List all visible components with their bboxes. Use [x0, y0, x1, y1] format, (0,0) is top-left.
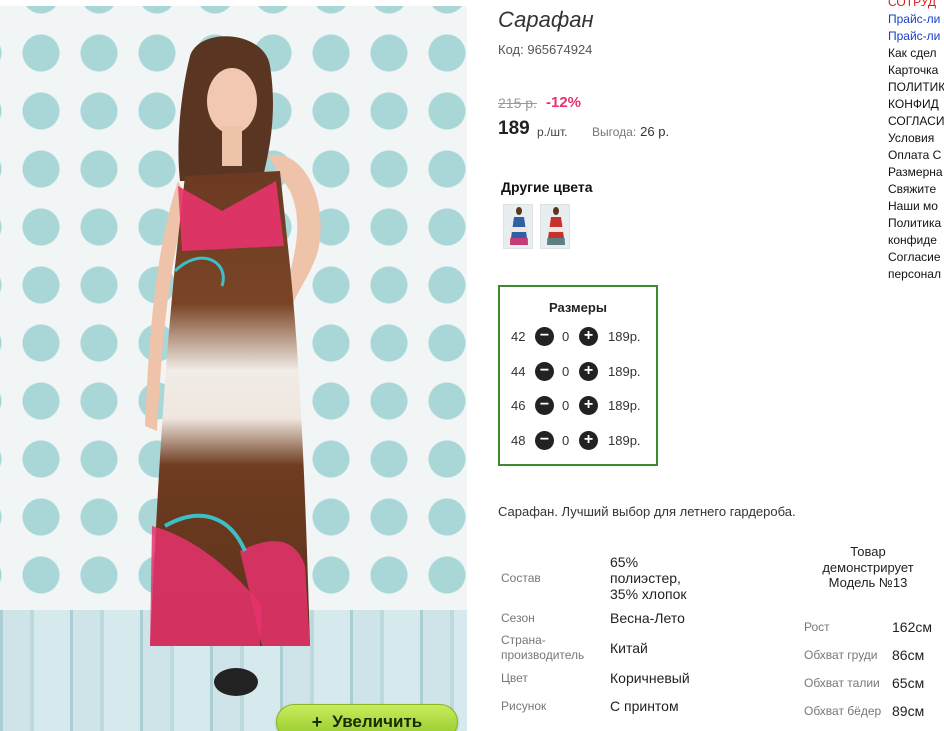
info-link[interactable]: Согласие — [888, 249, 944, 266]
spec-value-country: Китай — [610, 640, 648, 656]
size-row: 44 − 0 + 189р. — [500, 361, 656, 383]
model-heading-line: Товар — [850, 544, 886, 559]
size-quantity: 0 — [562, 433, 570, 448]
model-value-height: 162см — [892, 619, 932, 635]
info-link[interactable]: СОТРУД — [888, 0, 944, 11]
info-link[interactable]: Оплата С — [888, 147, 944, 164]
plus-icon[interactable]: + — [579, 362, 598, 381]
spec-label-season: Сезон — [501, 611, 535, 625]
composition-line: 35% хлопок — [610, 586, 687, 602]
model-label-hips: Обхват бёдер — [804, 704, 882, 718]
minus-icon[interactable]: − — [535, 396, 554, 415]
spec-value-pattern: С принтом — [610, 698, 679, 714]
minus-icon[interactable]: − — [535, 327, 554, 346]
price-list-link[interactable]: Прайс-ли — [888, 28, 944, 45]
model-heading-line: демонстрирует — [822, 559, 914, 575]
savings: Выгода: 26 р. — [592, 124, 669, 139]
composition-line: полиэстер, — [610, 570, 681, 586]
size-price: 189р. — [608, 398, 641, 413]
info-links-column: СОТРУД Прайс-ли Прайс-ли Как сдел Карточ… — [888, 0, 944, 284]
savings-label: Выгода: — [592, 125, 637, 139]
blue-dress-icon — [510, 207, 528, 245]
model-heading-line: Модель №13 — [828, 575, 908, 590]
plus-icon[interactable]: + — [579, 327, 598, 346]
model-label-waist: Обхват талии — [804, 676, 880, 690]
size-row: 48 − 0 + 189р. — [500, 430, 656, 452]
spec-label-country: Страна- производитель — [501, 633, 584, 663]
model-label-bust: Обхват груди — [804, 648, 878, 662]
info-link[interactable]: Условия — [888, 130, 944, 147]
info-link[interactable]: Политика — [888, 215, 944, 232]
model-value-hips: 89см — [892, 703, 925, 719]
plus-icon[interactable]: + — [579, 431, 598, 450]
spec-value-color: Коричневый — [610, 670, 690, 686]
size-quantity: 0 — [562, 398, 570, 413]
composition-line: 65% — [610, 554, 639, 570]
product-code-label: Код: — [498, 42, 524, 57]
minus-icon[interactable]: − — [535, 362, 554, 381]
zoom-button-label: Увеличить — [332, 712, 423, 731]
info-link[interactable]: персонал — [888, 266, 944, 283]
zoom-button[interactable]: + Увеличить — [276, 704, 458, 731]
product-code-value: 965674924 — [527, 42, 593, 57]
price-unit: р./шт. — [537, 125, 568, 139]
size-quantity: 0 — [562, 329, 570, 344]
other-colors-heading: Другие цвета — [501, 179, 593, 195]
model-label-height: Рост — [804, 620, 830, 634]
model-heading: Товар демонстрирует Модель №13 — [796, 544, 940, 591]
size-label: 42 — [511, 329, 526, 344]
minus-icon[interactable]: − — [535, 431, 554, 450]
spec-label-color: Цвет — [501, 671, 528, 685]
info-link[interactable]: Как сдел — [888, 45, 944, 62]
old-price: 215 р. — [498, 95, 537, 111]
info-link[interactable]: Наши мо — [888, 198, 944, 215]
country-label-line: Страна- — [501, 633, 546, 647]
size-row: 46 − 0 + 189р. — [500, 395, 656, 417]
size-price: 189р. — [608, 364, 641, 379]
spec-value-season: Весна-Лето — [610, 610, 685, 626]
info-link[interactable]: СОГЛАСИ — [888, 113, 944, 130]
size-row: 42 − 0 + 189р. — [500, 326, 656, 348]
savings-value: 26 р. — [640, 124, 670, 139]
color-thumbnail-blue[interactable] — [503, 204, 533, 249]
plus-icon: + — [311, 711, 323, 731]
product-code: Код: 965674924 — [498, 42, 592, 57]
info-link[interactable]: Свяжите — [888, 181, 944, 198]
country-label-line: производитель — [501, 648, 585, 662]
info-link[interactable]: Размерна — [888, 164, 944, 181]
discount-badge: -12% — [546, 94, 582, 111]
size-price: 189р. — [608, 433, 641, 448]
red-dress-icon — [547, 207, 565, 245]
model-figure — [145, 36, 321, 696]
size-label: 46 — [511, 398, 526, 413]
size-label: 44 — [511, 364, 526, 379]
sizes-heading: Размеры — [549, 300, 607, 315]
size-quantity: 0 — [562, 364, 570, 379]
info-link[interactable]: КОНФИД — [888, 96, 944, 113]
spec-label-composition: Состав — [501, 571, 541, 585]
model-value-waist: 65см — [892, 675, 925, 691]
price-list-link[interactable]: Прайс-ли — [888, 11, 944, 28]
plus-icon[interactable]: + — [579, 396, 598, 415]
size-label: 48 — [511, 433, 526, 448]
info-link[interactable]: конфиде — [888, 232, 944, 249]
spec-label-pattern: Рисунок — [501, 699, 547, 713]
sizes-panel: Размеры 42 − 0 + 189р. 44 − 0 + 189р. 46… — [498, 285, 658, 466]
size-price: 189р. — [608, 329, 641, 344]
spec-value-composition: 65% полиэстер, 35% хлопок — [610, 554, 687, 602]
product-photo[interactable]: + Увеличить — [0, 6, 467, 731]
product-title: Сарафан — [498, 7, 594, 32]
product-description: Сарафан. Лучший выбор для летнего гардер… — [498, 504, 796, 519]
info-link[interactable]: ПОЛИТИК — [888, 79, 944, 96]
color-thumbnail-red[interactable] — [540, 204, 570, 249]
current-price: 189 — [498, 118, 530, 139]
info-link[interactable]: Карточка — [888, 62, 944, 79]
model-value-bust: 86см — [892, 647, 925, 663]
